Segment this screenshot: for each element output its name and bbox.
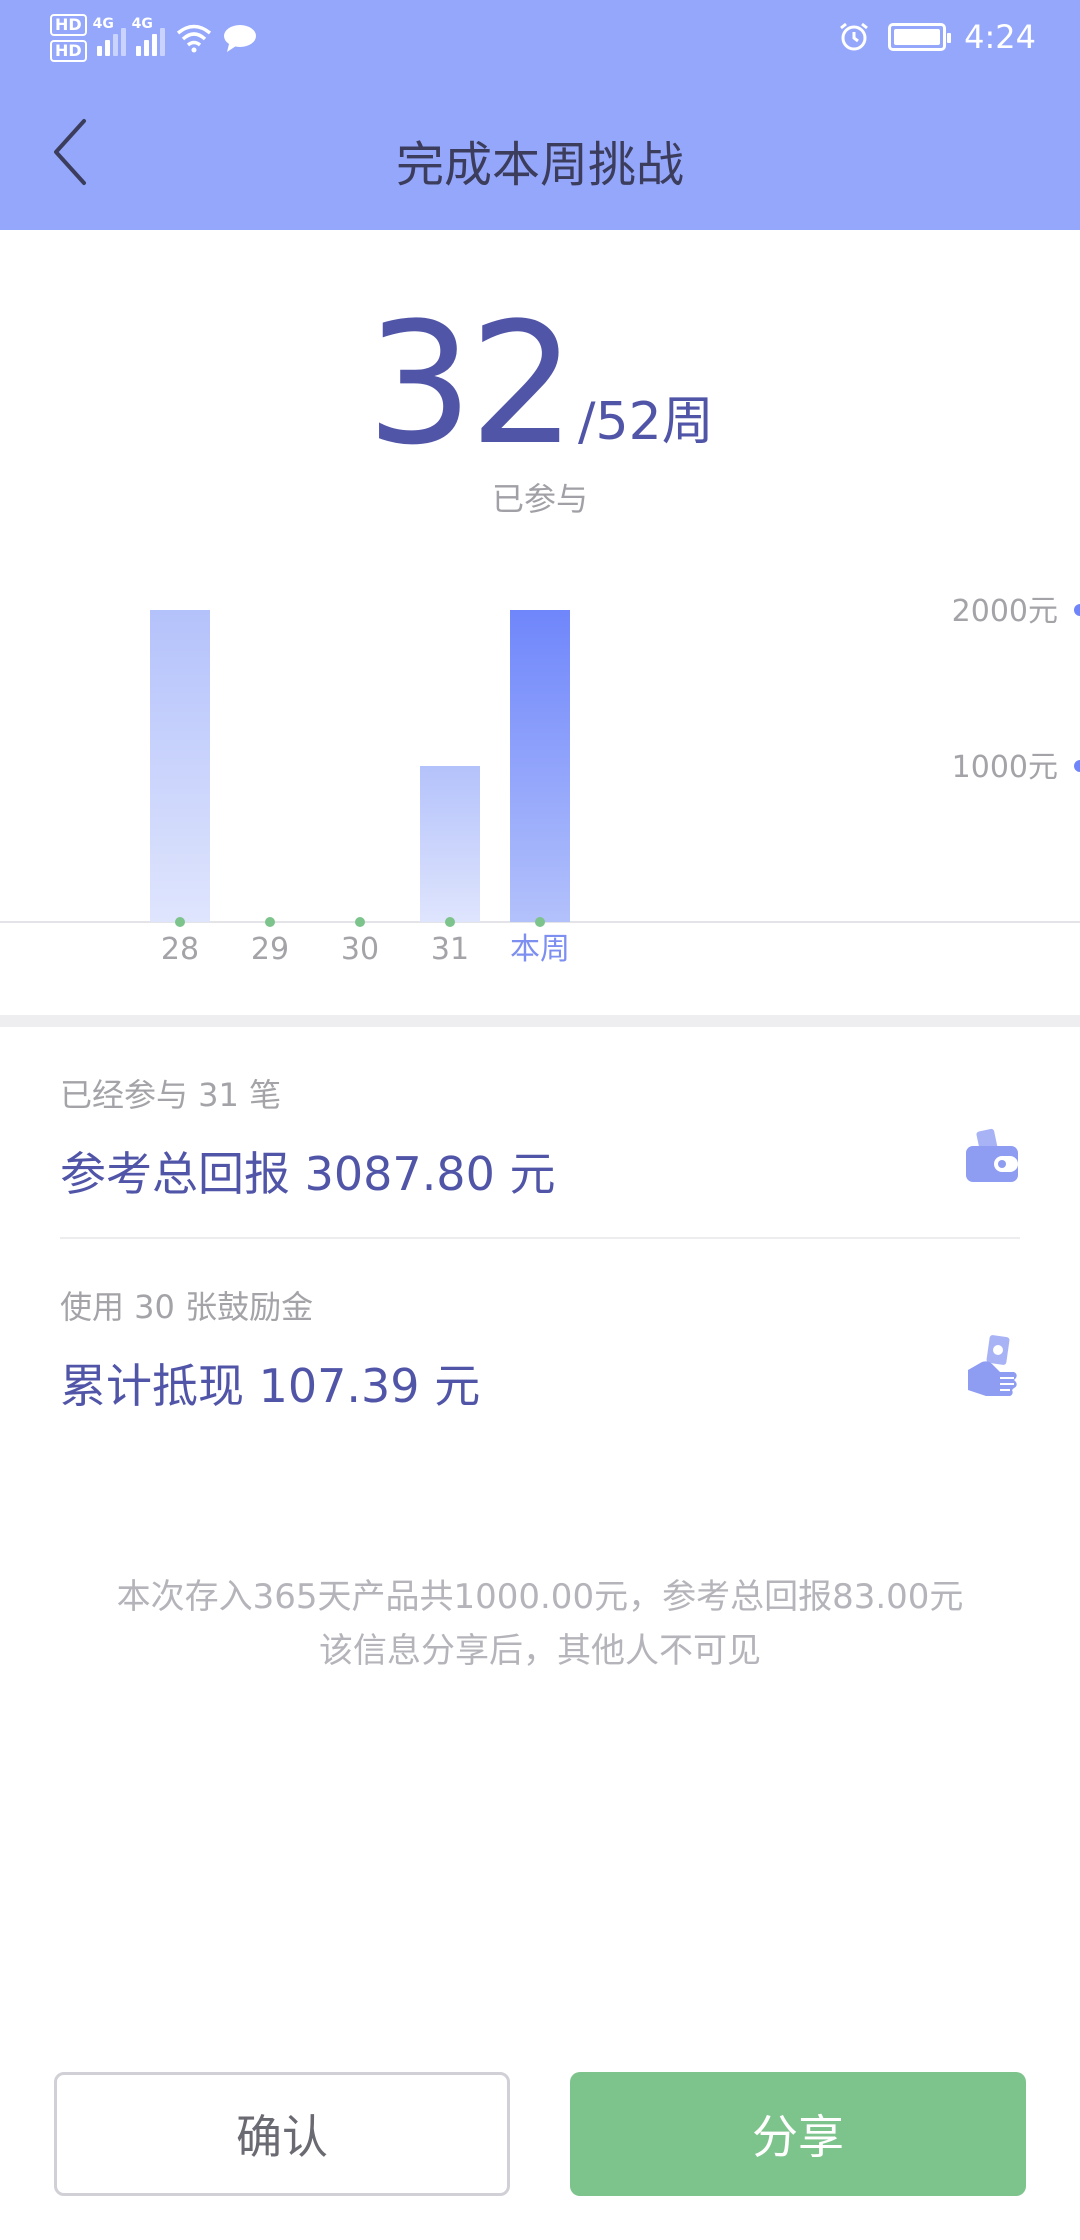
bar-dot: [355, 917, 365, 927]
x-tick-label: 30: [341, 932, 379, 967]
status-left: HD HD 4G 4G: [50, 14, 257, 62]
hd-icon: HD: [50, 14, 87, 36]
bar-dot: [535, 917, 545, 927]
alarm-icon: [840, 22, 869, 51]
status-time: 4:24: [964, 18, 1036, 56]
bar[interactable]: [150, 610, 210, 922]
info-note: 本次存入365天产品共1000.00元，参考总回报83.00元 该信息分享后，其…: [0, 1570, 1080, 1678]
y-tick-dot: [1074, 604, 1080, 616]
hd-indicators: HD HD: [50, 14, 87, 62]
message-icon: [223, 25, 256, 52]
stat-value: 参考总回报 3087.80 元: [60, 1147, 556, 1201]
wifi-icon: [176, 24, 211, 53]
hero-caption: 已参与: [491, 480, 588, 518]
bar[interactable]: [420, 766, 480, 922]
bar[interactable]: [510, 610, 570, 922]
x-tick-label: 29: [251, 932, 289, 967]
stat-separator: [60, 1237, 1020, 1239]
chart-canvas: 2000元 1000元 28 29 30 31 本周: [0, 594, 1080, 967]
page-title: 完成本周挑战: [395, 137, 684, 193]
network-type: 4G: [131, 16, 153, 32]
section-divider: [0, 1015, 1080, 1027]
weekly-bar-chart: 2000元 1000元 28 29 30 31 本周: [0, 540, 1080, 990]
status-right: 4:24: [838, 18, 1036, 56]
hero-summary: 32 /52周 已参与: [0, 300, 1080, 520]
header: HD HD 4G 4G 4:24 完成本周挑战: [0, 0, 1080, 230]
total-weeks: /52周: [578, 392, 714, 452]
status-bar: HD HD 4G 4G 4:24: [0, 0, 1080, 80]
x-tick-label: 本周: [510, 932, 570, 967]
bar-dot: [445, 917, 455, 927]
info-line: 本次存入365天产品共1000.00元，参考总回报83.00元: [116, 1577, 964, 1617]
y-tick-label: 1000元: [952, 750, 1058, 785]
y-tick-label: 2000元: [952, 594, 1058, 629]
bar-dot: [265, 917, 275, 927]
battery-icon: [888, 23, 952, 51]
info-line: 该信息分享后，其他人不可见: [319, 1631, 761, 1671]
stat-value: 累计抵现 107.39 元: [60, 1359, 481, 1413]
signal-icon: 4G: [93, 16, 126, 56]
signal-icon: 4G: [132, 16, 165, 56]
participated-weeks-count: 32: [366, 286, 576, 482]
hd-icon: HD: [50, 40, 87, 62]
x-tick-label: 28: [161, 932, 199, 967]
page: HD HD 4G 4G 4:24 完成本周挑战 32 /52周 已参与 2000…: [0, 0, 1080, 2240]
stat-returns: 已经参与 31 笔 参考总回报 3087.80 元: [60, 1070, 1020, 1204]
stat-cashback: 使用 30 张鼓励金 累计抵现 107.39 元: [60, 1282, 1020, 1416]
confirm-button[interactable]: 确认: [54, 2072, 510, 2196]
y-tick-dot: [1074, 760, 1080, 772]
bar-dot: [175, 917, 185, 927]
network-type: 4G: [92, 16, 114, 32]
share-button[interactable]: 分享: [570, 2072, 1026, 2196]
wallet-icon: [966, 1128, 1018, 1182]
hand-money-icon: [968, 1335, 1017, 1396]
x-tick-label: 31: [431, 932, 469, 967]
stat-label: 使用 30 张鼓励金: [60, 1288, 314, 1326]
stat-label: 已经参与 31 笔: [60, 1076, 282, 1114]
